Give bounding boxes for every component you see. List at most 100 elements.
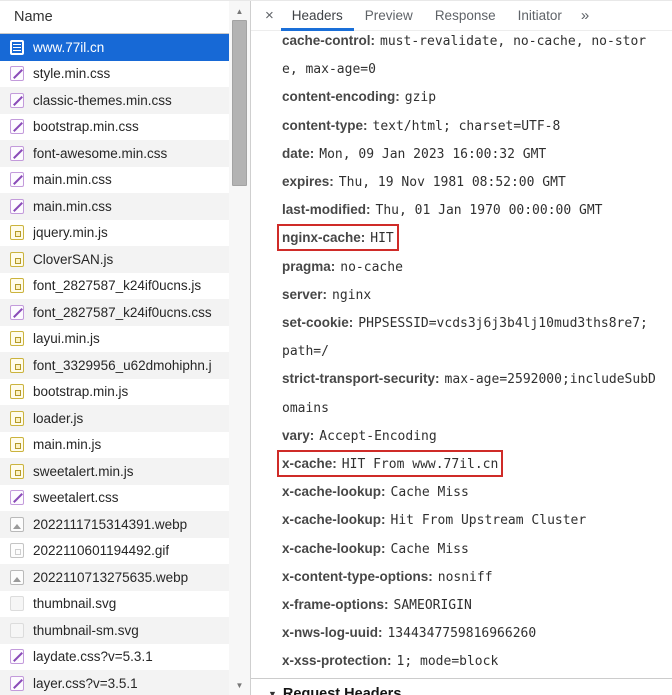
response-header-line: x-cache-lookupCache Miss xyxy=(282,478,660,506)
scrollbar-up-arrow-icon[interactable]: ▲ xyxy=(229,7,250,16)
request-row[interactable]: style.min.css xyxy=(0,61,229,88)
more-tabs-chevron-icon[interactable]: » xyxy=(581,7,588,24)
request-headers-toggle[interactable]: ▼ Request Headers xyxy=(268,679,660,695)
tab-response[interactable]: Response xyxy=(424,1,507,31)
request-headers-title: Request Headers xyxy=(283,686,401,695)
request-name: font-awesome.min.css xyxy=(33,146,167,161)
header-name: nginx-cache xyxy=(282,230,365,245)
header-value: Hit From Upstream Cluster xyxy=(391,513,587,528)
request-name: 2022110713275635.webp xyxy=(33,570,188,585)
request-row-selected[interactable]: www.77il.cn xyxy=(0,34,229,61)
header-value: Accept-Encoding xyxy=(319,429,436,444)
request-row[interactable]: main.min.js xyxy=(0,432,229,459)
response-header-line: date Mon, 09 Jan 2023 16:00:32 GMT xyxy=(282,140,660,168)
response-header-line: servernginx xyxy=(282,281,660,309)
css-file-icon xyxy=(10,305,24,320)
request-row[interactable]: jquery.min.js xyxy=(0,220,229,247)
request-row[interactable]: laydate.css?v=5.3.1 xyxy=(0,644,229,671)
request-row[interactable]: loader.js xyxy=(0,405,229,432)
css-file-icon xyxy=(10,119,24,134)
header-name: x-cache-lookup xyxy=(282,512,386,527)
details-tab-bar: × HeadersPreviewResponseInitiator » xyxy=(251,1,672,31)
request-name: style.min.css xyxy=(33,66,110,81)
request-name: laydate.css?v=5.3.1 xyxy=(33,649,153,664)
request-name: font_2827587_k24if0ucns.js xyxy=(33,278,201,293)
sidebar-scrollbar[interactable]: ▲ ▼ xyxy=(229,1,250,695)
request-row[interactable]: main.min.css xyxy=(0,193,229,220)
request-name: sweetalert.min.js xyxy=(33,464,134,479)
response-header-line: x-frame-options SAMEORIGIN xyxy=(282,591,660,619)
header-value: no-cache xyxy=(340,260,403,275)
request-name: thumbnail.svg xyxy=(33,596,116,611)
request-row[interactable]: main.min.css xyxy=(0,167,229,194)
js-file-icon xyxy=(10,278,24,293)
request-row[interactable]: thumbnail-sm.svg xyxy=(0,617,229,644)
header-value: HIT From www.77il.cn xyxy=(342,457,499,472)
request-row[interactable]: layui.min.js xyxy=(0,326,229,353)
header-value: SAMEORIGIN xyxy=(394,598,472,613)
request-row[interactable]: font_2827587_k24if0ucns.js xyxy=(0,273,229,300)
request-row[interactable]: 2022110713275635.webp xyxy=(0,564,229,591)
response-header-line: x-cache-lookup Hit From Upstream Cluster xyxy=(282,506,660,534)
response-header-line: content-encodinggzip xyxy=(282,83,660,111)
header-name: strict-transport-security xyxy=(282,371,440,386)
request-name: layui.min.js xyxy=(33,331,100,346)
request-name: main.min.js xyxy=(33,437,101,452)
response-header-line: strict-transport-securitymax-age=2592000… xyxy=(282,365,660,421)
img-file-icon xyxy=(10,570,24,585)
request-row[interactable]: bootstrap.min.js xyxy=(0,379,229,406)
request-name: www.77il.cn xyxy=(33,40,104,55)
header-name: x-xss-protection xyxy=(282,653,392,668)
header-name: date xyxy=(282,146,314,161)
request-name: 2022111715314391.webp xyxy=(33,517,187,532)
tab-headers[interactable]: Headers xyxy=(281,1,354,31)
request-row[interactable]: sweetalert.min.js xyxy=(0,458,229,485)
request-name: bootstrap.min.js xyxy=(33,384,128,399)
header-name: vary xyxy=(282,428,314,443)
scrollbar-down-arrow-icon[interactable]: ▼ xyxy=(229,681,250,690)
close-icon[interactable]: × xyxy=(251,7,281,24)
request-row[interactable]: thumbnail.svg xyxy=(0,591,229,618)
response-header-line: set-cookiePHPSESSID=vcds3j6j3b4lj10mud3t… xyxy=(282,309,660,365)
request-row[interactable]: font_3329956_u62dmohiphn.j xyxy=(0,352,229,379)
js-file-icon xyxy=(10,437,24,452)
request-row[interactable]: classic-themes.min.css xyxy=(0,87,229,114)
css-file-icon xyxy=(10,490,24,505)
request-name: font_2827587_k24if0ucns.css xyxy=(33,305,212,320)
scrollbar-thumb[interactable] xyxy=(232,20,247,186)
request-row[interactable]: 2022111715314391.webp xyxy=(0,511,229,538)
request-name: layer.css?v=3.5.1 xyxy=(33,676,138,691)
header-name: content-encoding xyxy=(282,89,400,104)
disclosure-triangle-icon: ▼ xyxy=(268,689,277,695)
css-file-icon xyxy=(10,66,24,81)
header-name: expires xyxy=(282,174,334,189)
header-value: text/html; charset=UTF-8 xyxy=(373,119,561,134)
request-name: loader.js xyxy=(33,411,83,426)
network-requests-sidebar: Name www.77il.cn style.min.css classic-the… xyxy=(0,1,251,695)
request-row[interactable]: CloverSAN.js xyxy=(0,246,229,273)
request-row[interactable]: sweetalert.css xyxy=(0,485,229,512)
red-highlight-box: x-cacheHIT From www.77il.cn xyxy=(282,455,498,472)
request-row[interactable]: layer.css?v=3.5.1 xyxy=(0,670,229,695)
header-name: cache-control xyxy=(282,33,375,48)
request-row[interactable]: bootstrap.min.css xyxy=(0,114,229,141)
response-header-line: vary Accept-Encoding xyxy=(282,422,660,450)
response-header-line: last-modifiedThu, 01 Jan 1970 00:00:00 G… xyxy=(282,196,660,224)
request-row[interactable]: 2022110601194492.gif xyxy=(0,538,229,565)
response-header-line: expiresThu, 19 Nov 1981 08:52:00 GMT xyxy=(282,168,660,196)
request-name: jquery.min.js xyxy=(33,225,108,240)
tab-preview[interactable]: Preview xyxy=(354,1,424,31)
header-name: x-nws-log-uuid xyxy=(282,625,382,640)
request-row[interactable]: font-awesome.min.css xyxy=(0,140,229,167)
css-file-icon xyxy=(10,93,24,108)
devtools-network-panel: Name www.77il.cn style.min.css classic-the… xyxy=(0,0,672,695)
css-file-icon xyxy=(10,146,24,161)
tab-items: HeadersPreviewResponseInitiator xyxy=(281,1,573,31)
tab-initiator[interactable]: Initiator xyxy=(507,1,573,31)
request-details-panel: × HeadersPreviewResponseInitiator » cach… xyxy=(251,1,672,695)
request-row[interactable]: font_2827587_k24if0ucns.css xyxy=(0,299,229,326)
header-name: x-frame-options xyxy=(282,597,389,612)
red-highlight-box: nginx-cacheHIT xyxy=(282,229,394,246)
name-column-header[interactable]: Name xyxy=(0,1,229,34)
header-value: Mon, 09 Jan 2023 16:00:32 GMT xyxy=(319,147,546,162)
